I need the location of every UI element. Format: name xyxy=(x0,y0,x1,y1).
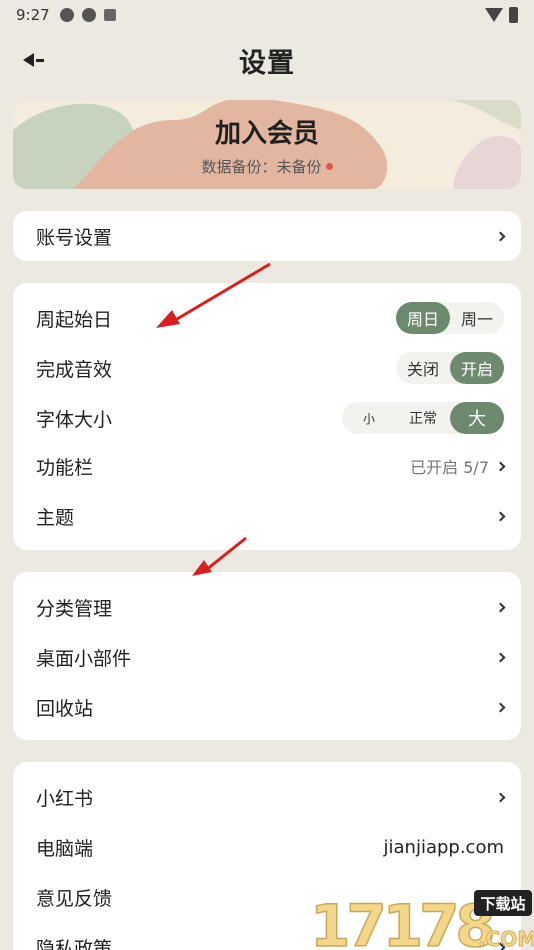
desktop-client-row[interactable]: 电脑端 jianjiapp.com xyxy=(13,822,521,872)
wifi-icon xyxy=(485,8,503,22)
row-label: 周起始日 xyxy=(36,308,113,331)
font-size-row: 字体大小 小 正常 大 xyxy=(13,393,521,443)
theme-row[interactable]: 主题 xyxy=(13,491,521,541)
trash-row[interactable]: 回收站 xyxy=(13,682,521,732)
header: 设置 xyxy=(0,36,534,84)
chevron-right-icon xyxy=(495,511,506,521)
annotation-arrow-icon xyxy=(156,262,271,328)
back-arrow-icon xyxy=(22,53,34,67)
svg-text:17178: 17178 xyxy=(310,892,492,950)
manage-card: 分类管理 桌面小部件 回收站 xyxy=(13,572,521,740)
row-label: 意见反馈 xyxy=(36,887,113,910)
battery-icon xyxy=(509,7,518,23)
row-label: 主题 xyxy=(36,506,75,529)
row-label: 隐私政策 xyxy=(36,937,113,950)
font-size-toggle: 小 正常 大 xyxy=(342,402,504,434)
a-notification-icon xyxy=(103,9,116,21)
row-label: 功能栏 xyxy=(36,456,94,479)
category-management-row[interactable]: 分类管理 xyxy=(13,582,521,632)
watermark-logo-icon: 17178 下载站 .COM xyxy=(309,890,534,950)
week-start-monday-option[interactable]: 周一 xyxy=(450,302,504,334)
row-label: 分类管理 xyxy=(36,597,113,620)
svg-text:下载站: 下载站 xyxy=(480,895,525,913)
chevron-right-icon xyxy=(495,652,506,662)
font-size-small-option[interactable]: 小 xyxy=(342,402,396,434)
svg-text:.COM: .COM xyxy=(478,927,534,950)
sound-toggle: 关闭 开启 xyxy=(396,352,504,384)
font-size-large-option[interactable]: 大 xyxy=(450,402,504,434)
row-label: 完成音效 xyxy=(36,358,113,381)
chevron-right-icon xyxy=(495,602,506,612)
chevron-right-icon xyxy=(495,702,506,712)
vip-banner[interactable]: 加入会员 数据备份：未备份 xyxy=(13,100,521,189)
sound-off-option[interactable]: 关闭 xyxy=(396,352,450,384)
desktop-url: jianjiapp.com xyxy=(383,836,505,858)
unbacked-dot-icon xyxy=(325,162,333,170)
week-start-sunday-option[interactable]: 周日 xyxy=(396,302,450,334)
account-card: 账号设置 xyxy=(13,211,521,261)
sound-row: 完成音效 关闭 开启 xyxy=(13,343,521,393)
toolbar-status: 已开启 5/7 xyxy=(410,458,489,477)
row-label: 账号设置 xyxy=(36,226,113,249)
chevron-right-icon xyxy=(495,231,506,241)
row-label: 桌面小部件 xyxy=(36,647,132,670)
status-time: 9:27 xyxy=(16,6,50,24)
annotation-arrow-icon xyxy=(192,536,247,576)
app-notification-icon xyxy=(81,8,96,22)
backup-status: 数据备份：未备份 xyxy=(201,156,333,177)
back-button[interactable] xyxy=(18,46,48,74)
xiaohongshu-row[interactable]: 小红书 xyxy=(13,772,521,822)
sound-on-option[interactable]: 开启 xyxy=(450,352,504,384)
toolbar-row[interactable]: 功能栏 已开启 5/7 xyxy=(13,441,521,491)
watermark-logo: 17178 下载站 .COM xyxy=(308,886,534,950)
font-size-normal-option[interactable]: 正常 xyxy=(396,402,450,434)
week-start-toggle: 周日 周一 xyxy=(396,302,504,334)
page-title: 设置 xyxy=(239,47,295,79)
backup-status-text: 数据备份：未备份 xyxy=(201,157,322,176)
chevron-right-icon xyxy=(495,461,506,471)
row-label: 回收站 xyxy=(36,697,94,720)
account-settings-row[interactable]: 账号设置 xyxy=(13,211,521,261)
app-notification-icon xyxy=(59,8,74,22)
vip-title: 加入会员 xyxy=(214,118,319,149)
chevron-right-icon xyxy=(495,792,506,802)
row-label: 字体大小 xyxy=(36,408,113,431)
status-bar: 9:27 xyxy=(0,0,534,30)
row-label: 电脑端 xyxy=(36,837,94,860)
row-label: 小红书 xyxy=(36,787,94,810)
desktop-widget-row[interactable]: 桌面小部件 xyxy=(13,632,521,682)
